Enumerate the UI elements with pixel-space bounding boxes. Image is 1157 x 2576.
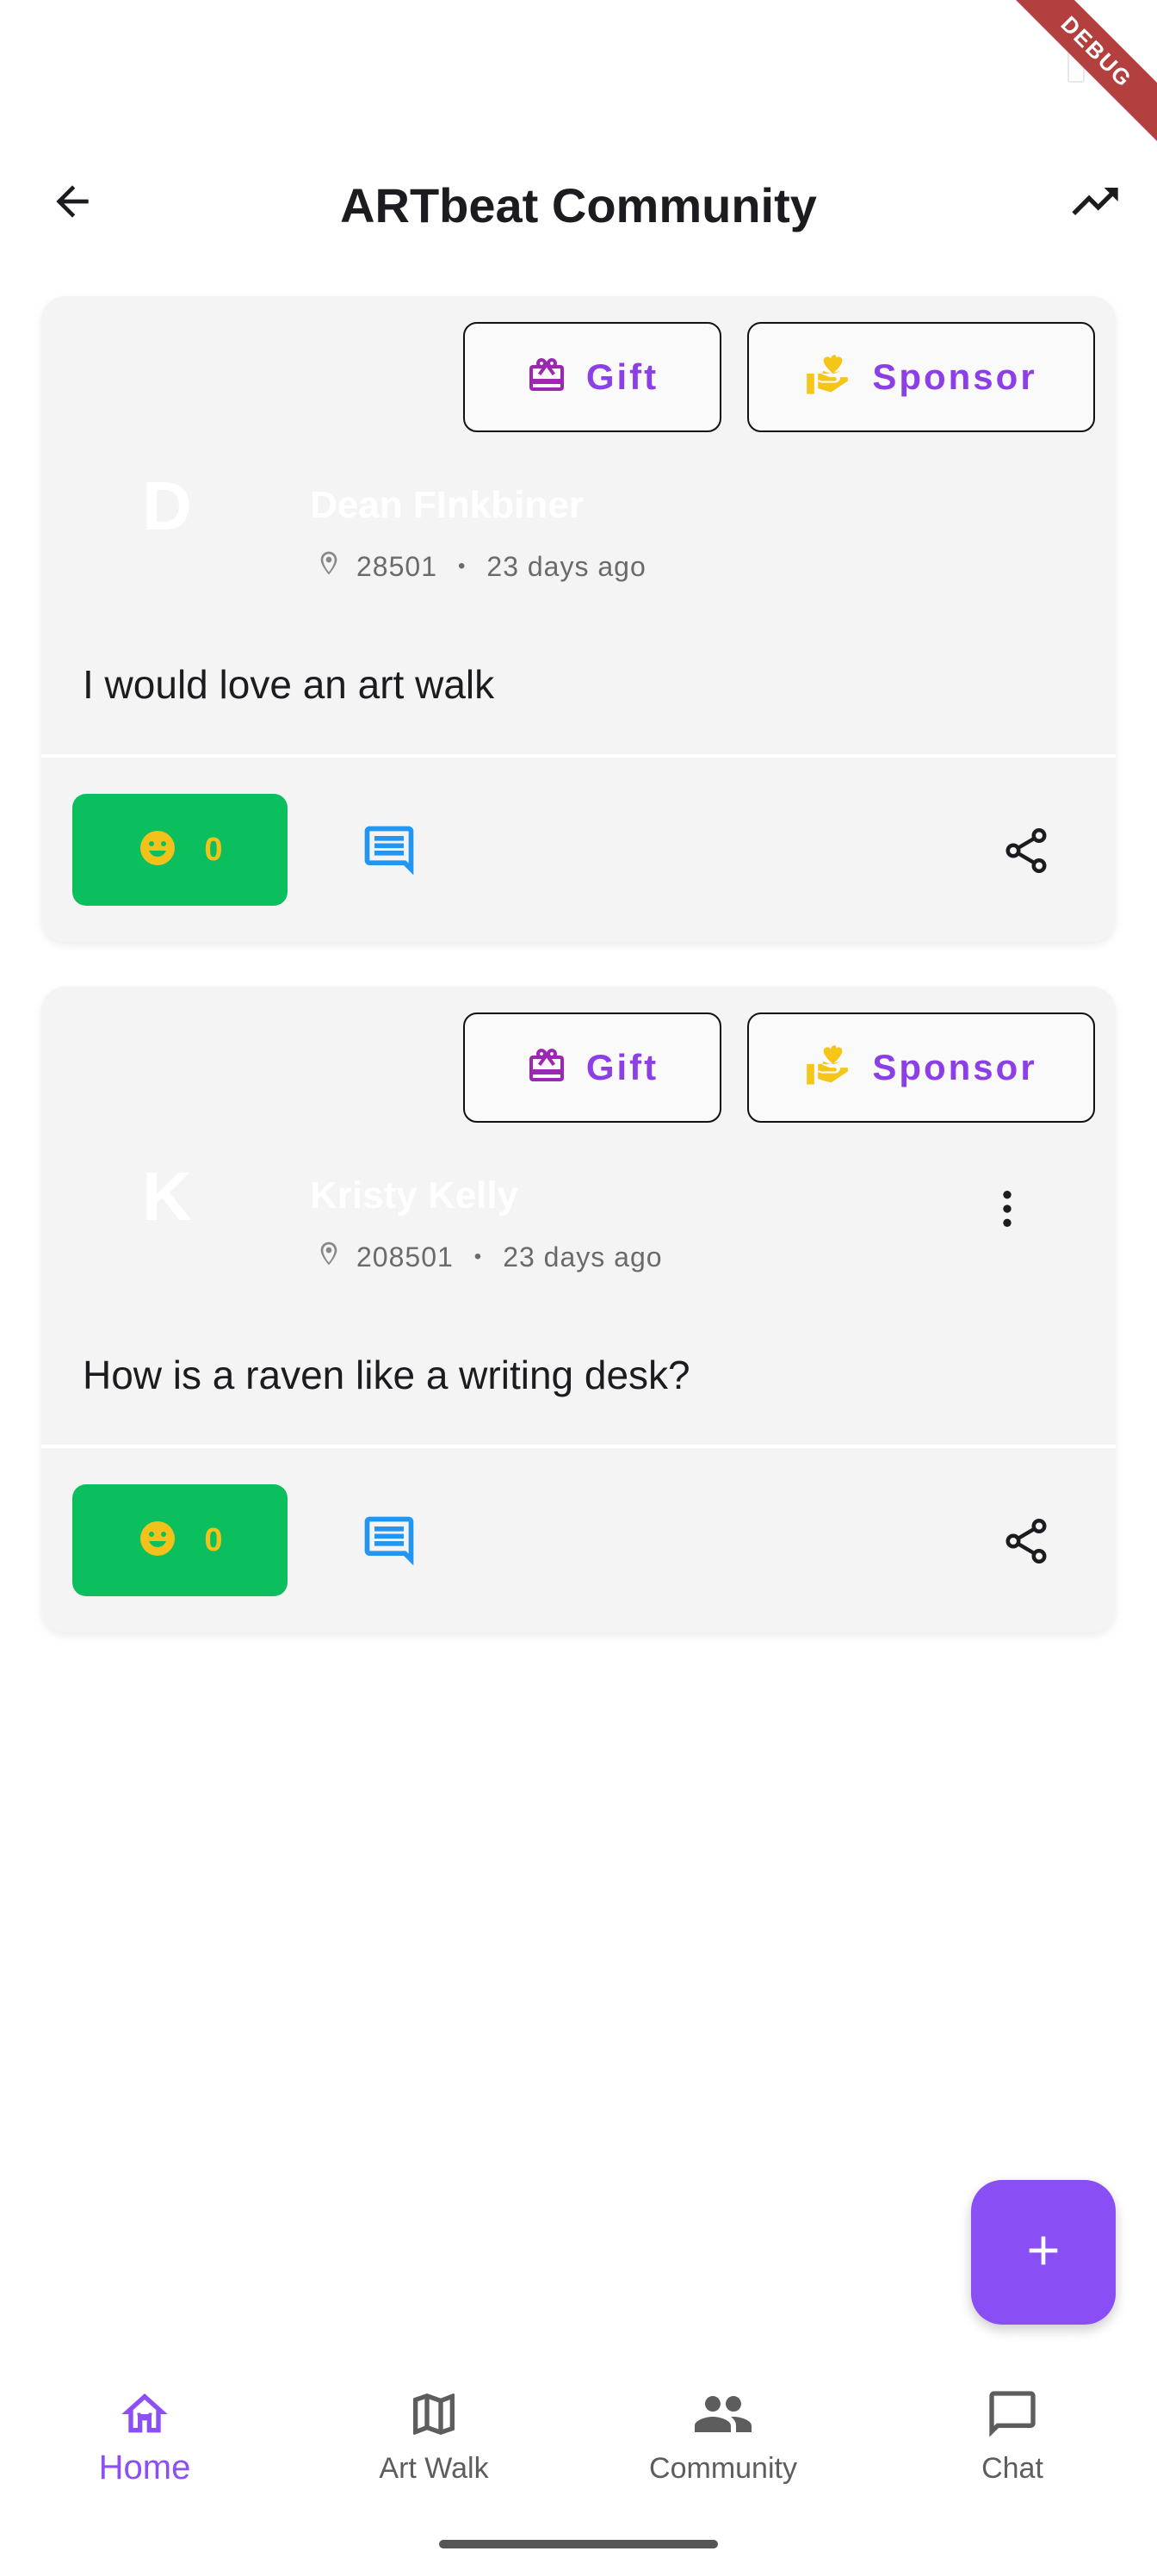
gift-button[interactable]: Gift [463, 1012, 721, 1123]
more-vert-icon [983, 1185, 1031, 1237]
create-post-fab[interactable] [971, 2180, 1116, 2325]
divider [41, 754, 1116, 758]
gift-icon [526, 1045, 567, 1091]
chat-icon [981, 2383, 1043, 2445]
divider [41, 1445, 1116, 1448]
sponsor-label: Sponsor [872, 1047, 1037, 1087]
avatar[interactable]: D [114, 453, 220, 560]
home-indicator[interactable] [439, 2540, 718, 2548]
home-icon [114, 2383, 176, 2445]
gift-label: Gift [585, 1047, 659, 1087]
app-bar: ARTbeat Community [0, 146, 1157, 258]
location-text: 28501 [356, 550, 437, 582]
post-meta: 208501 • 23 days ago [315, 1238, 663, 1276]
nav-item-home[interactable]: Home [0, 2359, 289, 2514]
time-ago: 23 days ago [503, 1241, 663, 1273]
map-icon [403, 2383, 465, 2445]
nav-label-community: Community [649, 2452, 797, 2485]
sponsor-button[interactable]: Sponsor [747, 322, 1095, 432]
avatar[interactable]: K [114, 1143, 220, 1250]
avatar-initial: D [142, 468, 192, 544]
share-icon [1000, 825, 1052, 881]
post-meta: 28501 • 23 days ago [315, 548, 647, 585]
nav-item-art-walk[interactable]: Art Walk [289, 2359, 578, 2514]
screen: DEBUG ARTbeat Community Gift Sponsor D D… [0, 0, 1157, 2576]
share-icon [1000, 1515, 1052, 1571]
comment-button[interactable] [355, 1508, 424, 1577]
gift-label: Gift [585, 356, 659, 397]
like-button[interactable]: 0 [72, 794, 288, 906]
gift-icon [526, 355, 567, 400]
share-button[interactable] [992, 818, 1061, 887]
sponsor-button[interactable]: Sponsor [747, 1012, 1095, 1123]
time-ago: 23 days ago [486, 550, 647, 582]
smile-icon [137, 1518, 178, 1564]
meta-separator: • [473, 1245, 483, 1268]
share-button[interactable] [992, 1508, 1061, 1577]
trending-button[interactable] [1061, 172, 1129, 234]
post-text: I would love an art walk [83, 662, 495, 707]
plus-icon [1019, 2226, 1067, 2279]
comment-icon [360, 821, 418, 884]
more-options-button[interactable] [980, 1176, 1035, 1245]
people-icon [692, 2383, 754, 2445]
post-text: How is a raven like a writing desk? [83, 1353, 690, 1397]
post-card: Gift Sponsor K Kristy Kelly 208501 • 23 … [41, 987, 1116, 1632]
nav-label-chat: Chat [981, 2452, 1043, 2485]
sponsor-label: Sponsor [872, 356, 1037, 397]
like-count: 0 [204, 831, 223, 868]
gift-button[interactable]: Gift [463, 322, 721, 432]
username[interactable]: Kristy Kelly [310, 1174, 518, 1217]
hand-heart-icon [805, 1043, 850, 1093]
meta-separator: • [457, 554, 467, 578]
nav-item-community[interactable]: Community [578, 2359, 868, 2514]
hand-heart-icon [805, 353, 850, 402]
bottom-navigation: Home Art Walk Community Chat [0, 2359, 1157, 2514]
like-count: 0 [204, 1521, 223, 1558]
location-pin-icon [315, 548, 343, 585]
smile-icon [137, 827, 178, 873]
location-text: 208501 [356, 1241, 454, 1273]
like-button[interactable]: 0 [72, 1484, 288, 1596]
nav-item-chat[interactable]: Chat [868, 2359, 1157, 2514]
trending-up-icon [1067, 174, 1123, 233]
comment-button[interactable] [355, 818, 424, 887]
page-title: ARTbeat Community [340, 178, 817, 232]
nav-label-home: Home [98, 2449, 191, 2486]
avatar-initial: K [142, 1158, 192, 1235]
username[interactable]: Dean FInkbiner [310, 484, 584, 527]
location-pin-icon [315, 1238, 343, 1276]
post-card: Gift Sponsor D Dean FInkbiner 28501 • 23… [41, 296, 1116, 942]
comment-icon [360, 1512, 418, 1575]
nav-label-art-walk: Art Walk [379, 2452, 489, 2485]
